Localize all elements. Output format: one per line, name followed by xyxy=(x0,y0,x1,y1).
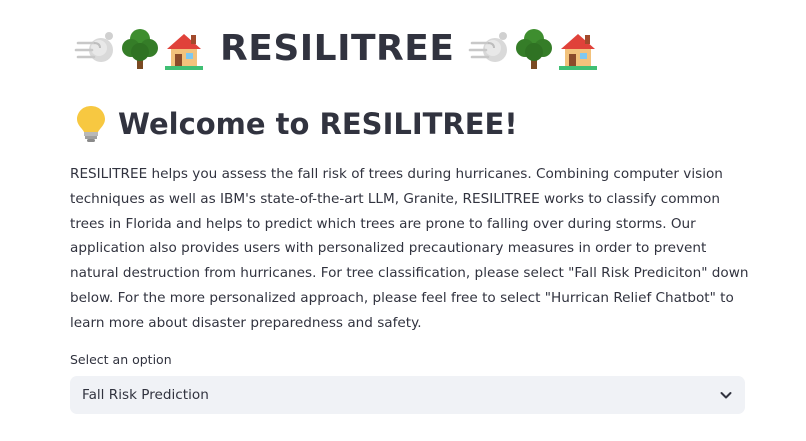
select-value: Fall Risk Prediction xyxy=(82,387,209,403)
lightbulb-icon xyxy=(77,106,105,142)
app-description: RESILITREE helps you assess the fall ris… xyxy=(70,166,749,331)
app-title: RESILITREE xyxy=(220,28,455,69)
chevron-down-icon[interactable] xyxy=(719,388,733,402)
tree-icon xyxy=(122,29,158,69)
app-header: RESILITREE xyxy=(74,22,600,76)
house-icon xyxy=(559,34,598,70)
tree-icon xyxy=(516,29,553,69)
house-icon xyxy=(165,34,203,70)
welcome-title: Welcome to RESILITREE! xyxy=(118,106,518,141)
page: RESILITREE Welcome to RESILITREE! RESILI… xyxy=(0,0,806,441)
wind-icon xyxy=(469,32,508,62)
welcome-heading: Welcome to RESILITREE! xyxy=(74,104,518,144)
wind-icon xyxy=(74,32,113,62)
select-label: Select an option xyxy=(70,352,172,367)
option-select[interactable]: Fall Risk Prediction xyxy=(70,376,745,414)
